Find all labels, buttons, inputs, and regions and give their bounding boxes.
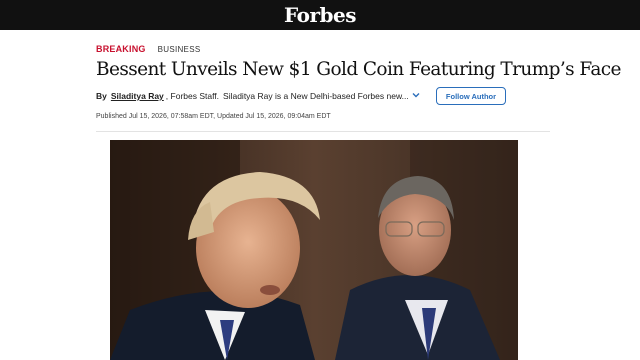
byline-prefix: By — [96, 91, 107, 101]
hero-photo-illustration — [110, 140, 518, 360]
article-hero-image — [110, 140, 518, 360]
kicker-row: BREAKING BUSINESS — [96, 44, 200, 54]
author-description: Siladitya Ray is a New Delhi-based Forbe… — [223, 91, 409, 101]
publish-timestamp: Published Jul 15, 2026, 07:58am EDT, Upd… — [96, 113, 331, 120]
follow-author-button[interactable]: Follow Author — [436, 87, 506, 105]
section-link[interactable]: BUSINESS — [158, 45, 201, 54]
article-headline: Bessent Unveils New $1 Gold Coin Featuri… — [96, 59, 621, 80]
chevron-down-icon[interactable] — [410, 89, 422, 101]
byline: By Siladitya Ray , Forbes Staff. Siladit… — [96, 91, 409, 101]
breaking-label: BREAKING — [96, 44, 146, 54]
author-link[interactable]: Siladitya Ray — [111, 91, 164, 101]
author-role: , Forbes Staff. — [165, 91, 220, 101]
header-divider — [96, 131, 550, 132]
site-header: Forbes — [0, 0, 640, 30]
forbes-logo[interactable]: Forbes — [284, 3, 356, 27]
